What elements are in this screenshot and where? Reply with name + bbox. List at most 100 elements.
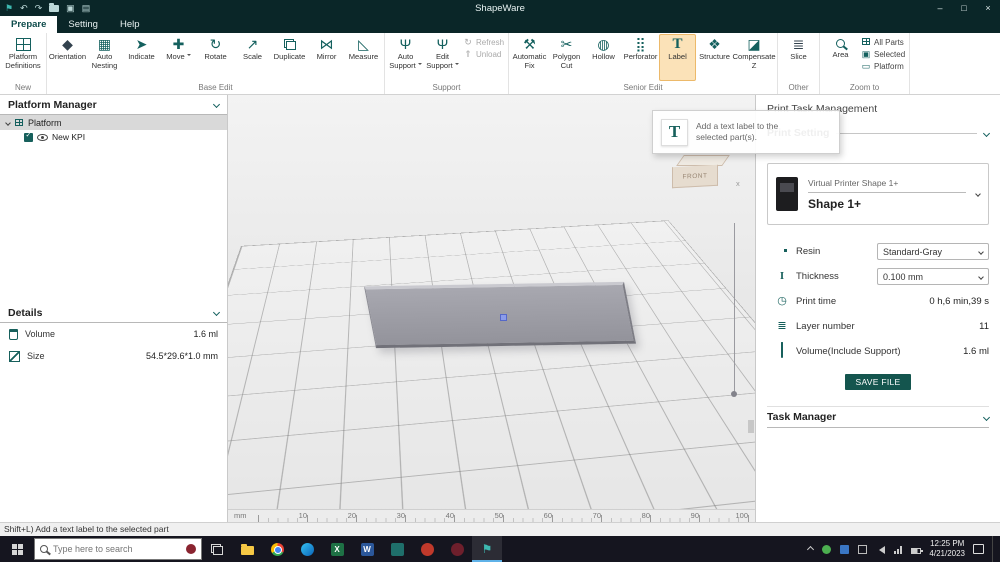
- app-button-teal[interactable]: [382, 536, 412, 562]
- print-time-value: 0 h,6 min,39 s: [929, 296, 989, 307]
- volume-tray-icon[interactable]: [875, 544, 885, 554]
- zoom-selected-button[interactable]: ▣ Selected: [861, 50, 905, 59]
- close-button[interactable]: ×: [976, 0, 1000, 16]
- details-title: Details: [8, 307, 42, 319]
- show-desktop-button[interactable]: [992, 536, 996, 562]
- viewport-3d[interactable]: FRONT x mm 10 20 30 40 50 60 70 80 90 10…: [228, 95, 755, 522]
- excel-button[interactable]: X: [322, 536, 352, 562]
- maximize-button[interactable]: □: [952, 0, 976, 16]
- size-value: 54.5*29.6*1.0 mm: [146, 351, 218, 361]
- print-setting-chevron-icon[interactable]: [983, 129, 990, 136]
- platform-definitions-button[interactable]: Platform Definitions: [2, 34, 44, 81]
- indicate-button[interactable]: ➤ Indicate: [123, 34, 160, 81]
- tree-item-new-kpi[interactable]: New KPI: [0, 130, 227, 144]
- details-collapse-chevron-icon[interactable]: [213, 309, 220, 316]
- app-button-red[interactable]: [412, 536, 442, 562]
- export-icon[interactable]: ▤: [82, 4, 91, 13]
- tray-icon-2[interactable]: [839, 544, 849, 554]
- measure-button[interactable]: ◺ Measure: [345, 34, 382, 81]
- task-manager-chevron-icon[interactable]: [983, 413, 990, 420]
- viewport-scrollbar-thumb[interactable]: [748, 420, 754, 433]
- edge-button[interactable]: [292, 536, 322, 562]
- perforator-button[interactable]: ⣿ Perforator: [622, 34, 659, 81]
- tab-help[interactable]: Help: [109, 16, 151, 33]
- hollow-button[interactable]: ◍ Hollow: [585, 34, 622, 81]
- hidden-icons-chevron-icon[interactable]: [807, 545, 814, 552]
- view-cube-front-face[interactable]: FRONT: [672, 165, 718, 188]
- volume-include-support-row: Volume(Include Support) 1.6 ml: [767, 339, 989, 364]
- chrome-button[interactable]: [262, 536, 292, 562]
- tab-prepare[interactable]: Prepare: [0, 16, 57, 33]
- platform-manager-header[interactable]: Platform Manager: [0, 95, 227, 115]
- action-center-icon[interactable]: [973, 544, 984, 554]
- platform-label: Platform: [874, 62, 904, 71]
- tray-icon-1[interactable]: [821, 544, 831, 554]
- zoom-platform-button[interactable]: ▭ Platform: [861, 62, 905, 71]
- label-button[interactable]: T Label: [659, 34, 696, 81]
- auto-support-button[interactable]: Ψ Auto Support: [387, 34, 424, 81]
- divider: [836, 133, 977, 134]
- mirror-button[interactable]: ⋈ Mirror: [308, 34, 345, 81]
- resin-select[interactable]: Standard-Gray: [877, 243, 989, 260]
- print-time-icon: ◷: [775, 296, 789, 307]
- zoom-area-button[interactable]: Area: [822, 34, 859, 81]
- selection-handle[interactable]: [500, 314, 507, 321]
- axis-x-label: x: [736, 179, 740, 188]
- refresh-button[interactable]: ↻ Refresh: [463, 38, 504, 47]
- collapse-chevron-icon[interactable]: [213, 101, 220, 108]
- battery-icon[interactable]: [911, 544, 921, 554]
- minimize-button[interactable]: –: [928, 0, 952, 16]
- shapeware-taskbar-button[interactable]: ⚑: [472, 536, 502, 562]
- search-input[interactable]: [53, 544, 181, 554]
- ribbon-group-label-support: Support: [387, 81, 506, 94]
- word-button[interactable]: W: [352, 536, 382, 562]
- details-header[interactable]: Details: [0, 303, 227, 323]
- task-view-button[interactable]: [202, 536, 232, 562]
- taskbar-clock[interactable]: 12:25 PM 4/21/2023: [929, 539, 965, 559]
- save-icon[interactable]: ▣: [66, 4, 75, 13]
- expander-chevron-icon[interactable]: [5, 120, 11, 126]
- perforator-icon: ⣿: [635, 36, 645, 53]
- orientation-button[interactable]: ◆ Orientation: [49, 34, 86, 81]
- visibility-checkbox[interactable]: [24, 133, 33, 142]
- duplicate-button[interactable]: Duplicate: [271, 34, 308, 81]
- polygon-cut-button[interactable]: ✂ Polygon Cut: [548, 34, 585, 81]
- printer-name: Virtual Printer Shape 1+: [808, 178, 966, 193]
- structure-button[interactable]: ❖ Structure: [696, 34, 733, 81]
- view-cube-top-face[interactable]: [676, 155, 730, 166]
- network-icon[interactable]: [893, 544, 903, 554]
- ribbon-tab-bar: Prepare Setting Help: [0, 16, 1000, 33]
- automatic-fix-button[interactable]: ⚒ Automatic Fix: [511, 34, 548, 81]
- taskbar-search[interactable]: [34, 538, 202, 560]
- rotate-button[interactable]: ↻ Rotate: [197, 34, 234, 81]
- save-file-button[interactable]: SAVE FILE: [845, 374, 911, 390]
- auto-nesting-button[interactable]: ▦ Auto Nesting: [86, 34, 123, 81]
- file-explorer-button[interactable]: [232, 536, 262, 562]
- print-time-label: Print time: [796, 296, 836, 307]
- guide-endpoint-dot: [731, 391, 737, 397]
- redo-icon[interactable]: ↷: [35, 4, 43, 13]
- printer-model: Shape 1+: [808, 197, 966, 211]
- zoom-all-parts-button[interactable]: All Parts: [861, 38, 905, 47]
- open-file-icon[interactable]: [49, 5, 59, 12]
- task-manager-header[interactable]: Task Manager: [767, 406, 989, 428]
- unload-button[interactable]: ⇑ Unload: [463, 50, 504, 59]
- tab-setting[interactable]: Setting: [57, 16, 109, 33]
- slice-button[interactable]: ≣ Slice: [780, 34, 817, 81]
- edit-support-button[interactable]: Ψ Edit Support: [424, 34, 461, 81]
- start-button[interactable]: [0, 536, 34, 562]
- tray-icon-3[interactable]: [857, 544, 867, 554]
- scale-button[interactable]: ↗ Scale: [234, 34, 271, 81]
- tree-item-platform[interactable]: Platform: [0, 115, 227, 130]
- move-button[interactable]: ✚ Move: [160, 34, 197, 81]
- compensate-z-button[interactable]: ◪ Compensate Z: [733, 34, 775, 81]
- view-cube[interactable]: FRONT: [672, 155, 718, 187]
- printer-selector[interactable]: Virtual Printer Shape 1+ Shape 1+: [767, 163, 989, 225]
- eye-icon[interactable]: [37, 134, 48, 141]
- move-icon: ✚: [173, 36, 185, 53]
- thickness-select[interactable]: 0.100 mm: [877, 268, 989, 285]
- structure-icon: ❖: [708, 36, 721, 53]
- undo-icon[interactable]: ↶: [20, 4, 28, 13]
- app-button-maroon[interactable]: [442, 536, 472, 562]
- printer-dropdown-chevron-icon[interactable]: [975, 191, 981, 197]
